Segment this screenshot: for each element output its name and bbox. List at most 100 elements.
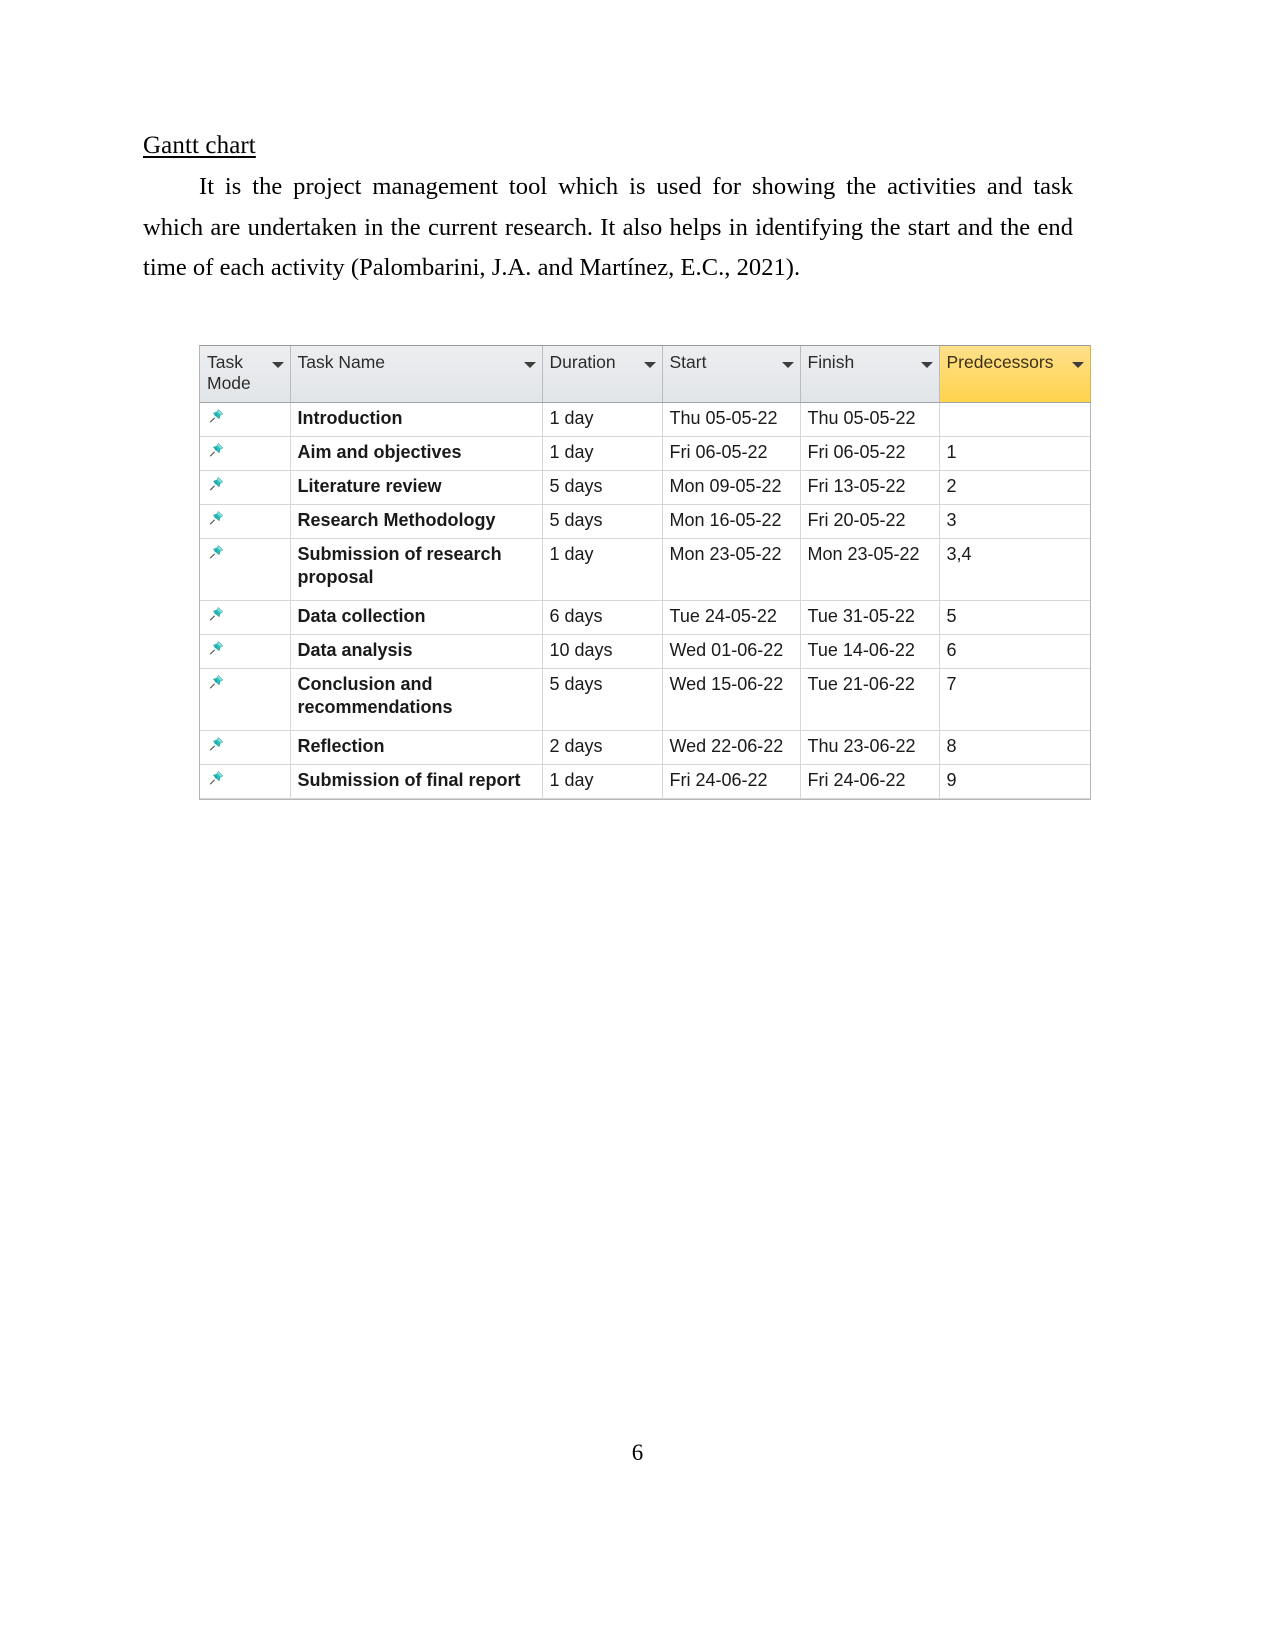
filter-dropdown-icon-duration[interactable] xyxy=(643,362,656,368)
cell-finish[interactable]: Mon 23-05-22 xyxy=(800,538,940,601)
column-header-task-name[interactable]: Task Name xyxy=(290,346,543,403)
cell-duration[interactable]: 2 days xyxy=(542,730,663,765)
cell-duration[interactable]: 6 days xyxy=(542,600,663,635)
column-header-start-label: Start xyxy=(669,352,707,372)
cell-task-mode[interactable] xyxy=(200,470,291,505)
column-header-finish[interactable]: Finish xyxy=(800,346,940,403)
table-body: Introduction 1 day Thu 05-05-22 Thu 05-05-2… xyxy=(200,402,1090,799)
filter-dropdown-icon-task-mode[interactable] xyxy=(271,362,284,368)
document-body: Gantt chart It is the project management… xyxy=(143,130,1073,289)
cell-finish[interactable]: Fri 20-05-22 xyxy=(800,504,940,539)
table-row[interactable]: Literature review 5 days Mon 09-05-22 Fri 1… xyxy=(200,470,1090,505)
cell-predecessors[interactable] xyxy=(939,402,1090,437)
pushpin-icon xyxy=(207,475,225,493)
cell-start[interactable]: Fri 06-05-22 xyxy=(662,436,801,471)
cell-task-name[interactable]: Reflection xyxy=(290,730,543,765)
table-row[interactable]: Introduction 1 day Thu 05-05-22 Thu 05-05-2… xyxy=(200,402,1090,437)
cell-start[interactable]: Wed 22-06-22 xyxy=(662,730,801,765)
table-row[interactable]: Aim and objectives 1 day Fri 06-05-22 Fri 0… xyxy=(200,436,1090,471)
document-page: Gantt chart It is the project management… xyxy=(0,0,1275,1650)
cell-predecessors[interactable]: 5 xyxy=(939,600,1090,635)
cell-task-name[interactable]: Submission of research proposal xyxy=(290,538,543,601)
cell-task-mode[interactable] xyxy=(200,730,291,765)
column-header-finish-label: Finish xyxy=(807,352,855,372)
column-header-start[interactable]: Start xyxy=(662,346,801,403)
filter-dropdown-icon-task-name[interactable] xyxy=(523,362,536,368)
cell-task-mode[interactable] xyxy=(200,764,291,799)
cell-predecessors[interactable]: 9 xyxy=(939,764,1090,799)
cell-task-mode[interactable] xyxy=(200,504,291,539)
cell-task-name[interactable]: Data analysis xyxy=(290,634,543,669)
cell-finish[interactable]: Tue 31-05-22 xyxy=(800,600,940,635)
cell-task-mode[interactable] xyxy=(200,600,291,635)
table-row[interactable]: Data analysis 10 days Wed 01-06-22 Tue 14-0… xyxy=(200,634,1090,669)
cell-task-name[interactable]: Data collection xyxy=(290,600,543,635)
table-row[interactable]: Data collection 6 days Tue 24-05-22 Tue 31-… xyxy=(200,600,1090,635)
column-header-duration[interactable]: Duration xyxy=(542,346,663,403)
cell-task-name[interactable]: Aim and objectives xyxy=(290,436,543,471)
cell-predecessors[interactable]: 1 xyxy=(939,436,1090,471)
page-title: Gantt chart xyxy=(143,132,256,159)
task-table: Task Mode Task Name Duration Start Finis… xyxy=(200,346,1091,799)
cell-duration[interactable]: 1 day xyxy=(542,764,663,799)
table-row[interactable]: Research Methodology 5 days Mon 16-05-22 Fr… xyxy=(200,504,1090,539)
cell-predecessors[interactable]: 3,4 xyxy=(939,538,1090,601)
filter-dropdown-icon-predecessors[interactable] xyxy=(1071,362,1084,368)
cell-start[interactable]: Wed 15-06-22 xyxy=(662,668,801,731)
cell-duration[interactable]: 10 days xyxy=(542,634,663,669)
cell-task-name[interactable]: Introduction xyxy=(290,402,543,437)
cell-start[interactable]: Wed 01-06-22 xyxy=(662,634,801,669)
column-header-task-mode[interactable]: Task Mode xyxy=(200,346,291,403)
pushpin-icon xyxy=(207,543,225,561)
table-row[interactable]: Submission of research proposal 1 day Mon … xyxy=(200,538,1090,601)
cell-predecessors[interactable]: 6 xyxy=(939,634,1090,669)
cell-finish[interactable]: Fri 13-05-22 xyxy=(800,470,940,505)
cell-duration[interactable]: 1 day xyxy=(542,402,663,437)
cell-task-mode[interactable] xyxy=(200,402,291,437)
pushpin-icon xyxy=(207,735,225,753)
cell-duration[interactable]: 5 days xyxy=(542,504,663,539)
cell-finish[interactable]: Fri 06-05-22 xyxy=(800,436,940,471)
cell-duration[interactable]: 1 day xyxy=(542,436,663,471)
cell-finish[interactable]: Fri 24-06-22 xyxy=(800,764,940,799)
filter-dropdown-icon-finish[interactable] xyxy=(920,362,933,368)
page-number: 6 xyxy=(631,1440,644,1465)
cell-duration[interactable]: 1 day xyxy=(542,538,663,601)
table-row[interactable]: Submission of final report 1 day Fri 24-06… xyxy=(200,764,1090,799)
cell-finish[interactable]: Tue 14-06-22 xyxy=(800,634,940,669)
cell-predecessors[interactable]: 8 xyxy=(939,730,1090,765)
table-header: Task Mode Task Name Duration Start Finis… xyxy=(200,346,1091,403)
cell-start[interactable]: Mon 09-05-22 xyxy=(662,470,801,505)
cell-predecessors[interactable]: 2 xyxy=(939,470,1090,505)
column-header-duration-label: Duration xyxy=(549,352,616,372)
column-header-predecessors-label: Predecessors xyxy=(946,352,1054,372)
cell-start[interactable]: Mon 23-05-22 xyxy=(662,538,801,601)
column-header-task-mode-label: Task Mode xyxy=(207,352,251,393)
cell-duration[interactable]: 5 days xyxy=(542,668,663,731)
cell-task-mode[interactable] xyxy=(200,538,291,601)
cell-start[interactable]: Tue 24-05-22 xyxy=(662,600,801,635)
cell-start[interactable]: Mon 16-05-22 xyxy=(662,504,801,539)
table-row[interactable]: Reflection 2 days Wed 22-06-22 Thu 23-06-22… xyxy=(200,730,1090,765)
cell-start[interactable]: Fri 24-06-22 xyxy=(662,764,801,799)
cell-finish[interactable]: Thu 23-06-22 xyxy=(800,730,940,765)
cell-task-name[interactable]: Research Methodology xyxy=(290,504,543,539)
cell-finish[interactable]: Thu 05-05-22 xyxy=(800,402,940,437)
cell-task-name[interactable]: Conclusion and recommendations xyxy=(290,668,543,731)
cell-predecessors[interactable]: 7 xyxy=(939,668,1090,731)
cell-finish[interactable]: Tue 21-06-22 xyxy=(800,668,940,731)
cell-task-mode[interactable] xyxy=(200,668,291,731)
column-header-task-name-label: Task Name xyxy=(297,352,386,372)
filter-dropdown-icon-start[interactable] xyxy=(781,362,794,368)
cell-start[interactable]: Thu 05-05-22 xyxy=(662,402,801,437)
cell-task-mode[interactable] xyxy=(200,634,291,669)
cell-predecessors[interactable]: 3 xyxy=(939,504,1090,539)
cell-task-name[interactable]: Submission of final report xyxy=(290,764,543,799)
cell-task-mode[interactable] xyxy=(200,436,291,471)
cell-task-name[interactable]: Literature review xyxy=(290,470,543,505)
cell-duration[interactable]: 5 days xyxy=(542,470,663,505)
table-row[interactable]: Conclusion and recommendations 5 days Wed … xyxy=(200,668,1090,731)
body-paragraph: It is the project management tool which … xyxy=(143,173,1073,282)
pushpin-icon xyxy=(207,605,225,623)
column-header-predecessors[interactable]: Predecessors xyxy=(939,346,1091,403)
